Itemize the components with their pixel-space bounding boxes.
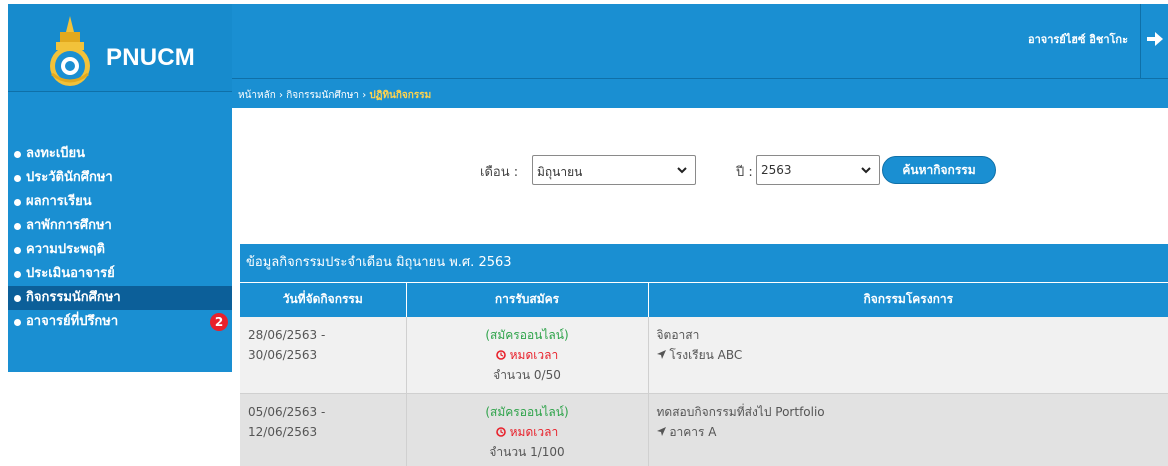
month-select[interactable]: มิถุนายน [532, 155, 696, 185]
table-header-row: วันที่จัดกิจกรรม การรับสมัคร กิจกรรมโครง… [240, 282, 1168, 317]
bullet-icon [14, 223, 21, 230]
activity-name[interactable]: จิตอาสา [657, 325, 1161, 345]
sidebar-item-registration[interactable]: ลงทะเบียน [8, 142, 232, 166]
cell-registration: (สมัครออนไลน์) หมดเวลา จำนวน 0/50 [405, 316, 648, 394]
registration-status: หมดเวลา [415, 345, 640, 365]
registration-count: จำนวน 1/100 [489, 444, 565, 459]
search-activities-button[interactable]: ค้นหากิจกรรม [882, 156, 996, 184]
location-arrow-icon [656, 349, 666, 359]
logout-button[interactable] [1140, 4, 1168, 78]
sidebar-item-label: ผลการเรียน [26, 194, 92, 209]
search-form: เดือน : มิถุนายน ปี : 2563 ค้นหากิจกรรม [480, 155, 1020, 185]
top-header: อาจารย์ไฮซ์ อิชาโกะ หน้าหลัก › กิจกรรมนั… [232, 4, 1168, 108]
panel-title: ข้อมูลกิจกรรมประจำเดือน มิถุนายน พ.ศ. 25… [240, 244, 1168, 282]
registration-status-label: หมดเวลา [509, 347, 559, 362]
clock-icon [496, 426, 506, 437]
cell-registration: (สมัครออนไลน์) หมดเวลา จำนวน 1/100 [405, 393, 648, 466]
month-label: เดือน : [480, 165, 519, 180]
sidebar-item-label: ความประพฤติ [26, 242, 105, 257]
sidebar-item-student-activities[interactable]: กิจกรรมนักศึกษา [8, 286, 232, 310]
year-label: ปี : [736, 165, 753, 180]
breadcrumb: หน้าหลัก › กิจกรรมนักศึกษา › ปฏิทินกิจกร… [238, 88, 431, 103]
sidebar-item-label: ลงทะเบียน [26, 146, 86, 161]
university-emblem-icon [50, 16, 90, 86]
column-header-registration: การรับสมัคร [405, 282, 648, 317]
sidebar-item-grades[interactable]: ผลการเรียน [8, 190, 232, 214]
activity-location-label: อาคาร A [669, 424, 717, 439]
activity-location: อาคาร A [656, 422, 1161, 442]
logout-arrow-icon [1147, 32, 1163, 46]
sidebar-item-label: ลาพักการศึกษา [26, 218, 112, 233]
sidebar-menu: ลงทะเบียน ประวัตินักศึกษา ผลการเรียน ลาพ… [8, 142, 232, 334]
chevron-down-icon [861, 167, 871, 174]
month-select-value: มิถุนายน [537, 165, 583, 179]
location-arrow-icon [656, 426, 666, 436]
registration-count: จำนวน 0/50 [493, 367, 561, 382]
chevron-down-icon [677, 167, 687, 174]
notification-badge: 2 [210, 313, 228, 331]
cell-date: 28/06/2563 - 30/06/2563 [240, 316, 406, 394]
sidebar-item-leave[interactable]: ลาพักการศึกษา [8, 214, 232, 238]
bullet-icon [14, 295, 21, 302]
sidebar-item-label: อาจารย์ที่ปรึกษา [26, 314, 119, 329]
cell-activity: จิตอาสา โรงเรียน ABC [647, 316, 1168, 394]
clock-icon [496, 349, 506, 360]
sidebar-item-student-profile[interactable]: ประวัตินักศึกษา [8, 166, 232, 190]
cell-activity: ทดสอบกิจกรรมที่ส่งไป Portfolio อาคาร A [647, 393, 1168, 466]
cell-date: 05/06/2563 - 12/06/2563 [240, 393, 406, 466]
breadcrumb-student-activities[interactable]: กิจกรรมนักศึกษา [286, 90, 359, 101]
registration-type[interactable]: (สมัครออนไลน์) [415, 325, 640, 345]
sidebar: PNUCM ลงทะเบียน ประวัตินักศึกษา ผลการเรี… [8, 4, 232, 372]
bullet-icon [14, 175, 21, 182]
registration-type[interactable]: (สมัครออนไลน์) [415, 402, 640, 422]
registration-status: หมดเวลา [415, 422, 640, 442]
sidebar-item-behavior[interactable]: ความประพฤติ [8, 238, 232, 262]
breadcrumb-separator: › [362, 90, 367, 101]
sidebar-item-label: ประวัตินักศึกษา [26, 170, 113, 185]
bullet-icon [14, 151, 21, 158]
activities-panel: ข้อมูลกิจกรรมประจำเดือน มิถุนายน พ.ศ. 25… [240, 244, 1168, 466]
activity-location-label: โรงเรียน ABC [669, 347, 743, 362]
activities-table: วันที่จัดกิจกรรม การรับสมัคร กิจกรรมโครง… [240, 282, 1168, 466]
sidebar-item-teacher-evaluation[interactable]: ประเมินอาจารย์ [8, 262, 232, 286]
year-select[interactable]: 2563 [756, 155, 880, 185]
activity-location: โรงเรียน ABC [656, 345, 1161, 365]
column-header-activity: กิจกรรมโครงการ [647, 282, 1168, 317]
breadcrumb-home[interactable]: หน้าหลัก [238, 90, 276, 101]
column-header-date: วันที่จัดกิจกรรม [240, 282, 406, 317]
breadcrumb-current: ปฏิทินกิจกรรม [369, 90, 432, 101]
bullet-icon [14, 319, 21, 326]
activity-name[interactable]: ทดสอบกิจกรรมที่ส่งไป Portfolio [657, 402, 1161, 422]
table-row[interactable]: 05/06/2563 - 12/06/2563 (สมัครออนไลน์) ห… [240, 393, 1168, 466]
brand-name: PNUCM [106, 44, 195, 71]
app-root: PNUCM ลงทะเบียน ประวัตินักศึกษา ผลการเรี… [0, 0, 1168, 466]
sidebar-item-advisor[interactable]: อาจารย์ที่ปรึกษา 2 [8, 310, 232, 334]
user-name[interactable]: อาจารย์ไฮซ์ อิชาโกะ [1028, 30, 1128, 48]
bullet-icon [14, 199, 21, 206]
logo-area[interactable]: PNUCM [8, 4, 232, 92]
registration-status-label: หมดเวลา [509, 424, 559, 439]
breadcrumb-separator: › [279, 90, 284, 101]
bullet-icon [14, 271, 21, 278]
year-select-value: 2563 [761, 163, 792, 177]
sidebar-item-label: ประเมินอาจารย์ [26, 266, 115, 281]
header-divider [232, 78, 1168, 79]
table-row[interactable]: 28/06/2563 - 30/06/2563 (สมัครออนไลน์) ห… [240, 316, 1168, 394]
sidebar-item-label: กิจกรรมนักศึกษา [26, 290, 121, 305]
bullet-icon [14, 247, 21, 254]
